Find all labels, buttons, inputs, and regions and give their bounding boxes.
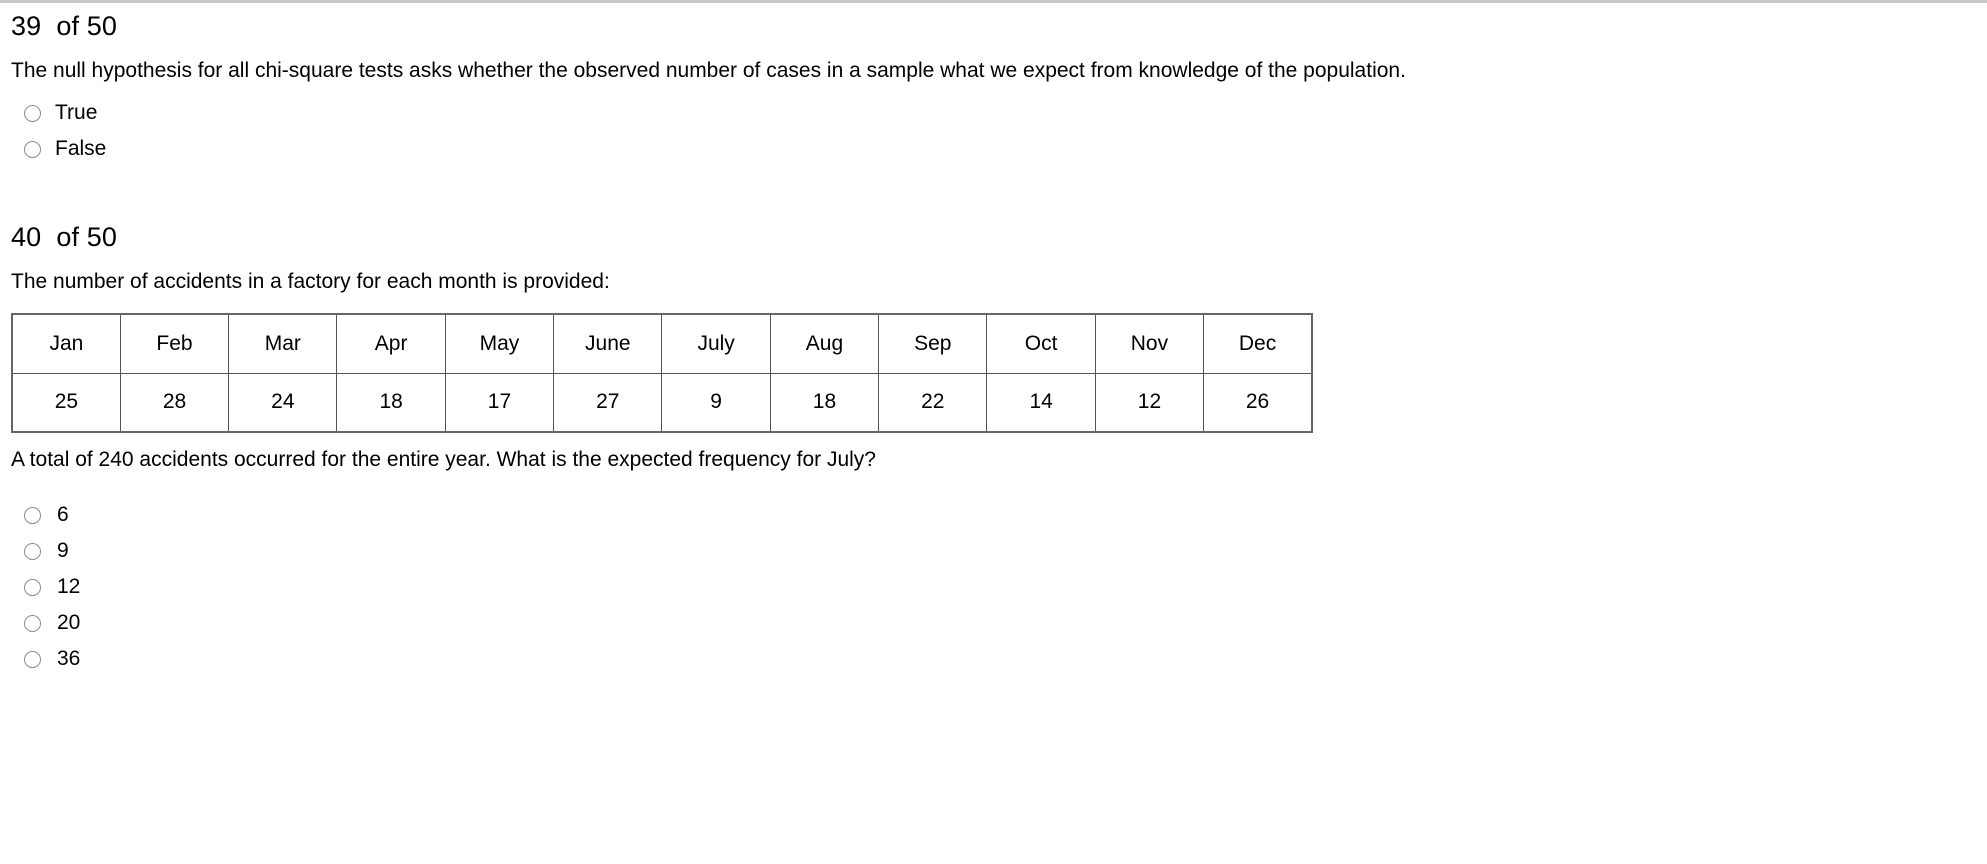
option-label: False xyxy=(55,137,107,160)
question-spacer xyxy=(0,167,1987,214)
table-cell-count: 27 xyxy=(553,372,663,433)
table-cell-count: 17 xyxy=(444,372,555,433)
accidents-table-wrapper: Jan Feb Mar Apr May June July Aug Sep Oc… xyxy=(11,297,1987,433)
radio-button-icon[interactable] xyxy=(24,104,41,122)
quiz-content: 39 of 50 The null hypothesis for all chi… xyxy=(0,3,1987,677)
option-12[interactable]: 12 xyxy=(11,569,1987,605)
option-label: 9 xyxy=(57,539,69,562)
option-label: 6 xyxy=(57,503,69,526)
option-label: 36 xyxy=(57,647,81,670)
question-40: 40 of 50 The number of accidents in a fa… xyxy=(0,214,1987,677)
table-cell-count: 14 xyxy=(986,372,1096,433)
table-row-counts: 25 28 24 18 17 27 9 18 22 14 12 26 xyxy=(11,372,1313,433)
option-20[interactable]: 20 xyxy=(11,605,1987,641)
option-6[interactable]: 6 xyxy=(11,497,1987,533)
option-label: 12 xyxy=(57,575,81,598)
table-cell-count: 25 xyxy=(11,372,121,433)
table-cell-count: 24 xyxy=(228,372,338,433)
table-cell-month: Nov xyxy=(1094,313,1205,374)
radio-button-icon[interactable] xyxy=(24,614,41,632)
table-cell-month: Apr xyxy=(336,313,446,374)
option-label: 20 xyxy=(57,611,81,634)
radio-button-icon[interactable] xyxy=(24,542,41,560)
table-cell-month: Jan xyxy=(11,313,121,374)
question-40-subtext: A total of 240 accidents occurred for th… xyxy=(11,448,876,471)
radio-button-icon[interactable] xyxy=(24,140,41,158)
table-cell-month: Mar xyxy=(228,313,338,374)
table-cell-month: Sep xyxy=(878,313,988,374)
table-cell-month: July xyxy=(661,313,771,374)
table-cell-count: 18 xyxy=(336,372,446,433)
table-row-months: Jan Feb Mar Apr May June July Aug Sep Oc… xyxy=(11,313,1313,374)
option-true[interactable]: True xyxy=(11,95,1987,131)
table-cell-month: Aug xyxy=(769,313,880,374)
table-cell-count: 22 xyxy=(878,372,988,433)
table-cell-count: 26 xyxy=(1203,372,1313,433)
table-cell-count: 12 xyxy=(1094,372,1205,433)
question-39: 39 of 50 The null hypothesis for all chi… xyxy=(0,3,1987,167)
question-39-options: True False xyxy=(11,86,1987,167)
option-false[interactable]: False xyxy=(11,131,1987,167)
table-cell-count: 28 xyxy=(119,372,230,433)
question-40-options: 6 9 12 20 36 xyxy=(11,475,1987,677)
radio-button-icon[interactable] xyxy=(24,578,41,596)
question-39-text: The null hypothesis for all chi-square t… xyxy=(11,59,1406,82)
accidents-table: Jan Feb Mar Apr May June July Aug Sep Oc… xyxy=(11,313,1313,433)
table-cell-count: 18 xyxy=(769,372,880,433)
option-36[interactable]: 36 xyxy=(11,641,1987,677)
table-cell-month: May xyxy=(444,313,555,374)
table-cell-month: June xyxy=(553,313,663,374)
table-cell-month: Oct xyxy=(986,313,1096,374)
option-label: True xyxy=(55,101,98,124)
question-39-heading: 39 of 50 xyxy=(11,11,117,41)
quiz-page: 39 of 50 The null hypothesis for all chi… xyxy=(0,0,1987,864)
question-40-heading: 40 of 50 xyxy=(11,222,117,252)
radio-button-icon[interactable] xyxy=(24,506,41,524)
table-cell-month: Dec xyxy=(1203,313,1313,374)
question-40-text: The number of accidents in a factory for… xyxy=(11,270,610,293)
table-cell-count: 9 xyxy=(661,372,771,433)
table-cell-month: Feb xyxy=(119,313,230,374)
option-9[interactable]: 9 xyxy=(11,533,1987,569)
radio-button-icon[interactable] xyxy=(24,650,41,668)
